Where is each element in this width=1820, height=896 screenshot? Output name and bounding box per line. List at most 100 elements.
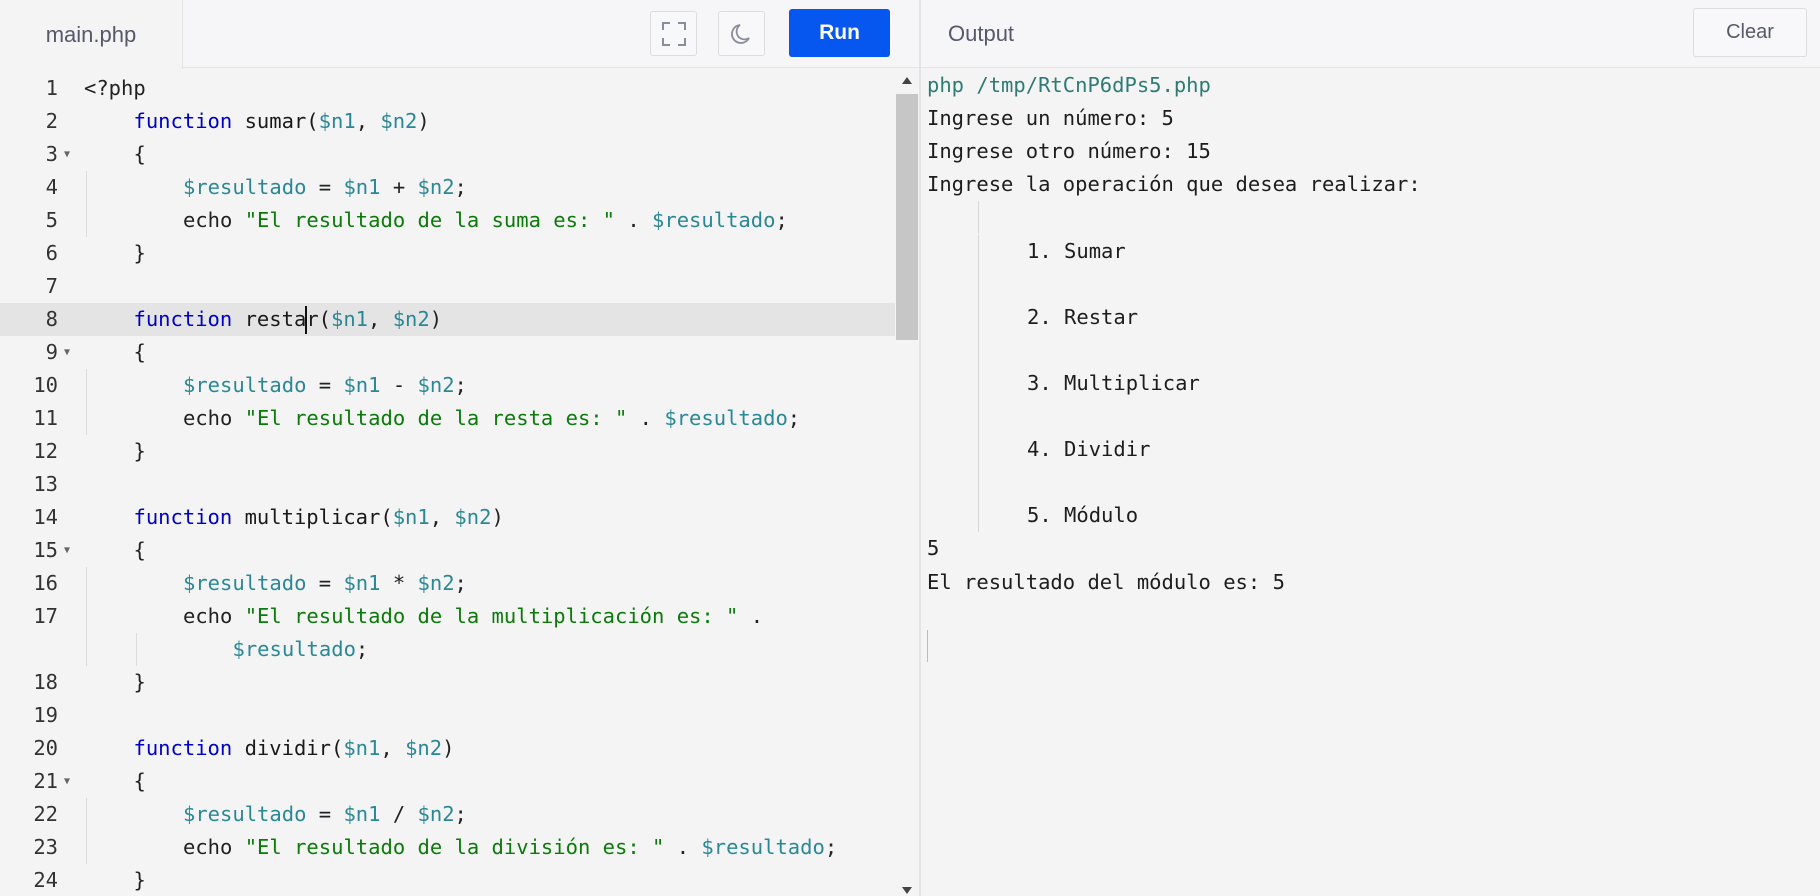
moon-icon bbox=[730, 23, 750, 44]
run-button[interactable]: Run bbox=[789, 9, 890, 57]
output-indent-guide bbox=[978, 466, 979, 500]
indent-guide bbox=[86, 600, 87, 633]
code-line-17[interactable]: 17 echo "El resultado de la multiplicació… bbox=[0, 600, 895, 633]
code-line-10[interactable]: 10 $resultado = $n1 - $n2; bbox=[0, 369, 895, 402]
code-text: } bbox=[134, 237, 146, 270]
code-line-22[interactable]: 22 $resultado = $n1 / $n2; bbox=[0, 798, 895, 831]
code-text: $resultado = $n1 / $n2; bbox=[183, 798, 467, 831]
editor-scrollbar-thumb[interactable] bbox=[896, 94, 918, 340]
code-line-4[interactable]: 4 $resultado = $n1 + $n2; bbox=[0, 171, 895, 204]
token-plain: = bbox=[306, 802, 344, 826]
scroll-down-icon[interactable] bbox=[902, 887, 912, 894]
fold-arrow-icon[interactable]: ▼ bbox=[64, 765, 70, 798]
indent-guide bbox=[86, 402, 87, 435]
code-line-15[interactable]: 15 ▼ { bbox=[0, 534, 895, 567]
token-plain: ) bbox=[429, 307, 443, 331]
output-menu-option: 3. Multiplicar bbox=[1027, 370, 1200, 395]
token-plain: echo bbox=[183, 604, 245, 628]
line-number: 17 bbox=[33, 604, 58, 628]
theme-toggle-button[interactable] bbox=[718, 11, 765, 56]
token-var: $n2 bbox=[392, 307, 430, 331]
line-number: 11 bbox=[33, 406, 58, 430]
code-editor[interactable]: 1 <?php 2 function sumar($n1, $n2) 3 ▼{4 $resu… bbox=[0, 69, 895, 896]
token-plain: ) bbox=[442, 736, 455, 760]
tab-label: main.php bbox=[45, 21, 137, 47]
indent-guide bbox=[86, 798, 87, 831]
code-text: echo "El resultado de la multiplicación … bbox=[183, 600, 763, 633]
output-line: Ingrese otro número: 15 bbox=[927, 139, 1211, 164]
line-number: 24 bbox=[33, 868, 58, 892]
code-line-wrap[interactable]: $resultado; bbox=[0, 633, 895, 666]
output-line: 5 bbox=[927, 536, 940, 561]
code-text: { bbox=[134, 765, 146, 798]
token-plain: <?php bbox=[84, 76, 146, 100]
token-plain: echo bbox=[183, 208, 245, 232]
code-text: function dividir($n1, $n2) bbox=[134, 732, 455, 765]
code-line-21[interactable]: 21 ▼ { bbox=[0, 765, 895, 798]
clear-button[interactable]: Clear bbox=[1693, 8, 1807, 57]
token-plain: echo bbox=[183, 406, 245, 430]
code-line-14[interactable]: 14 function multiplicar($n1, $n2) bbox=[0, 501, 895, 534]
tab-main-php[interactable]: main.php bbox=[0, 0, 183, 69]
code-line-2[interactable]: 2 function sumar($n1, $n2) bbox=[0, 105, 895, 138]
code-line-8[interactable]: 8 function restar($n1, $n2) bbox=[0, 303, 895, 336]
code-line-6[interactable]: 6} bbox=[0, 237, 895, 270]
code-text: } bbox=[134, 864, 146, 896]
code-text: echo "El resultado de la división es: " … bbox=[183, 831, 837, 864]
code-line-19[interactable]: 19 bbox=[0, 699, 895, 732]
token-plain: + bbox=[380, 175, 418, 199]
line-number: 16 bbox=[33, 571, 58, 595]
indent-guide bbox=[86, 369, 87, 402]
code-text: $resultado = $n1 + $n2; bbox=[183, 171, 467, 204]
line-number: 6 bbox=[45, 241, 58, 265]
code-line-11[interactable]: 11 echo "El resultado de la resta es: " .… bbox=[0, 402, 895, 435]
code-line-12[interactable]: 12} bbox=[0, 435, 895, 468]
token-var: $resultado bbox=[652, 208, 776, 232]
fold-arrow-icon[interactable]: ▼ bbox=[64, 534, 70, 567]
code-line-20[interactable]: 20 function dividir($n1, $n2) bbox=[0, 732, 895, 765]
token-plain: } bbox=[133, 868, 146, 892]
output-indent-guide bbox=[978, 400, 979, 433]
indent-guide bbox=[86, 204, 87, 237]
line-number: 3 bbox=[45, 142, 58, 166]
line-number: 4 bbox=[45, 175, 58, 199]
code-line-5[interactable]: 5 echo "El resultado de la suma es: " . $… bbox=[0, 204, 895, 237]
token-str: "El resultado de la resta es: " bbox=[244, 406, 628, 430]
token-plain: ; bbox=[787, 406, 801, 430]
code-line-3[interactable]: 3 ▼ { bbox=[0, 138, 895, 171]
output-console[interactable]: php /tmp/RtCnP6dPs5.php Ingrese un número… bbox=[921, 69, 1820, 896]
code-line-9[interactable]: 9 ▼ { bbox=[0, 336, 895, 369]
line-number: 14 bbox=[33, 505, 58, 529]
fold-arrow-icon[interactable]: ▼ bbox=[64, 138, 70, 171]
code-line-18[interactable]: 18} bbox=[0, 666, 895, 699]
token-var: $n1 bbox=[343, 373, 381, 397]
token-fn: resta bbox=[232, 307, 307, 331]
output-indent-guide bbox=[978, 499, 979, 533]
code-line-16[interactable]: 16 $resultado = $n1 * $n2; bbox=[0, 567, 895, 600]
output-indent-guide bbox=[978, 201, 979, 235]
indent-guide bbox=[86, 633, 87, 666]
token-fn: r( bbox=[306, 307, 331, 331]
scroll-up-icon[interactable] bbox=[902, 77, 912, 84]
code-text: echo "El resultado de la suma es: " . $r… bbox=[183, 204, 788, 237]
token-fn: sumar( bbox=[232, 109, 319, 133]
code-line-7[interactable]: 7 bbox=[0, 270, 895, 303]
token-var: $resultado bbox=[183, 571, 307, 595]
token-fn: dividir( bbox=[232, 736, 344, 760]
code-text: echo "El resultado de la resta es: " . $… bbox=[183, 402, 800, 435]
code-line-1[interactable]: 1 <?php bbox=[0, 72, 895, 105]
fold-arrow-icon[interactable]: ▼ bbox=[64, 336, 70, 369]
code-line-24[interactable]: 24} bbox=[0, 864, 895, 896]
code-line-23[interactable]: 23 echo "El resultado de la división es: … bbox=[0, 831, 895, 864]
token-var: $n2 bbox=[417, 571, 455, 595]
code-line-13[interactable]: 13 bbox=[0, 468, 895, 501]
line-number: 8 bbox=[45, 307, 58, 331]
fullscreen-button[interactable] bbox=[650, 11, 697, 56]
line-number: 1 bbox=[45, 76, 58, 100]
token-var: $n1 bbox=[343, 736, 381, 760]
output-line: Ingrese un número: 5 bbox=[927, 106, 1174, 131]
code-text: function multiplicar($n1, $n2) bbox=[134, 501, 504, 534]
token-var: $resultado bbox=[232, 637, 356, 661]
token-plain: , bbox=[380, 736, 406, 760]
indent-guide bbox=[86, 831, 87, 864]
